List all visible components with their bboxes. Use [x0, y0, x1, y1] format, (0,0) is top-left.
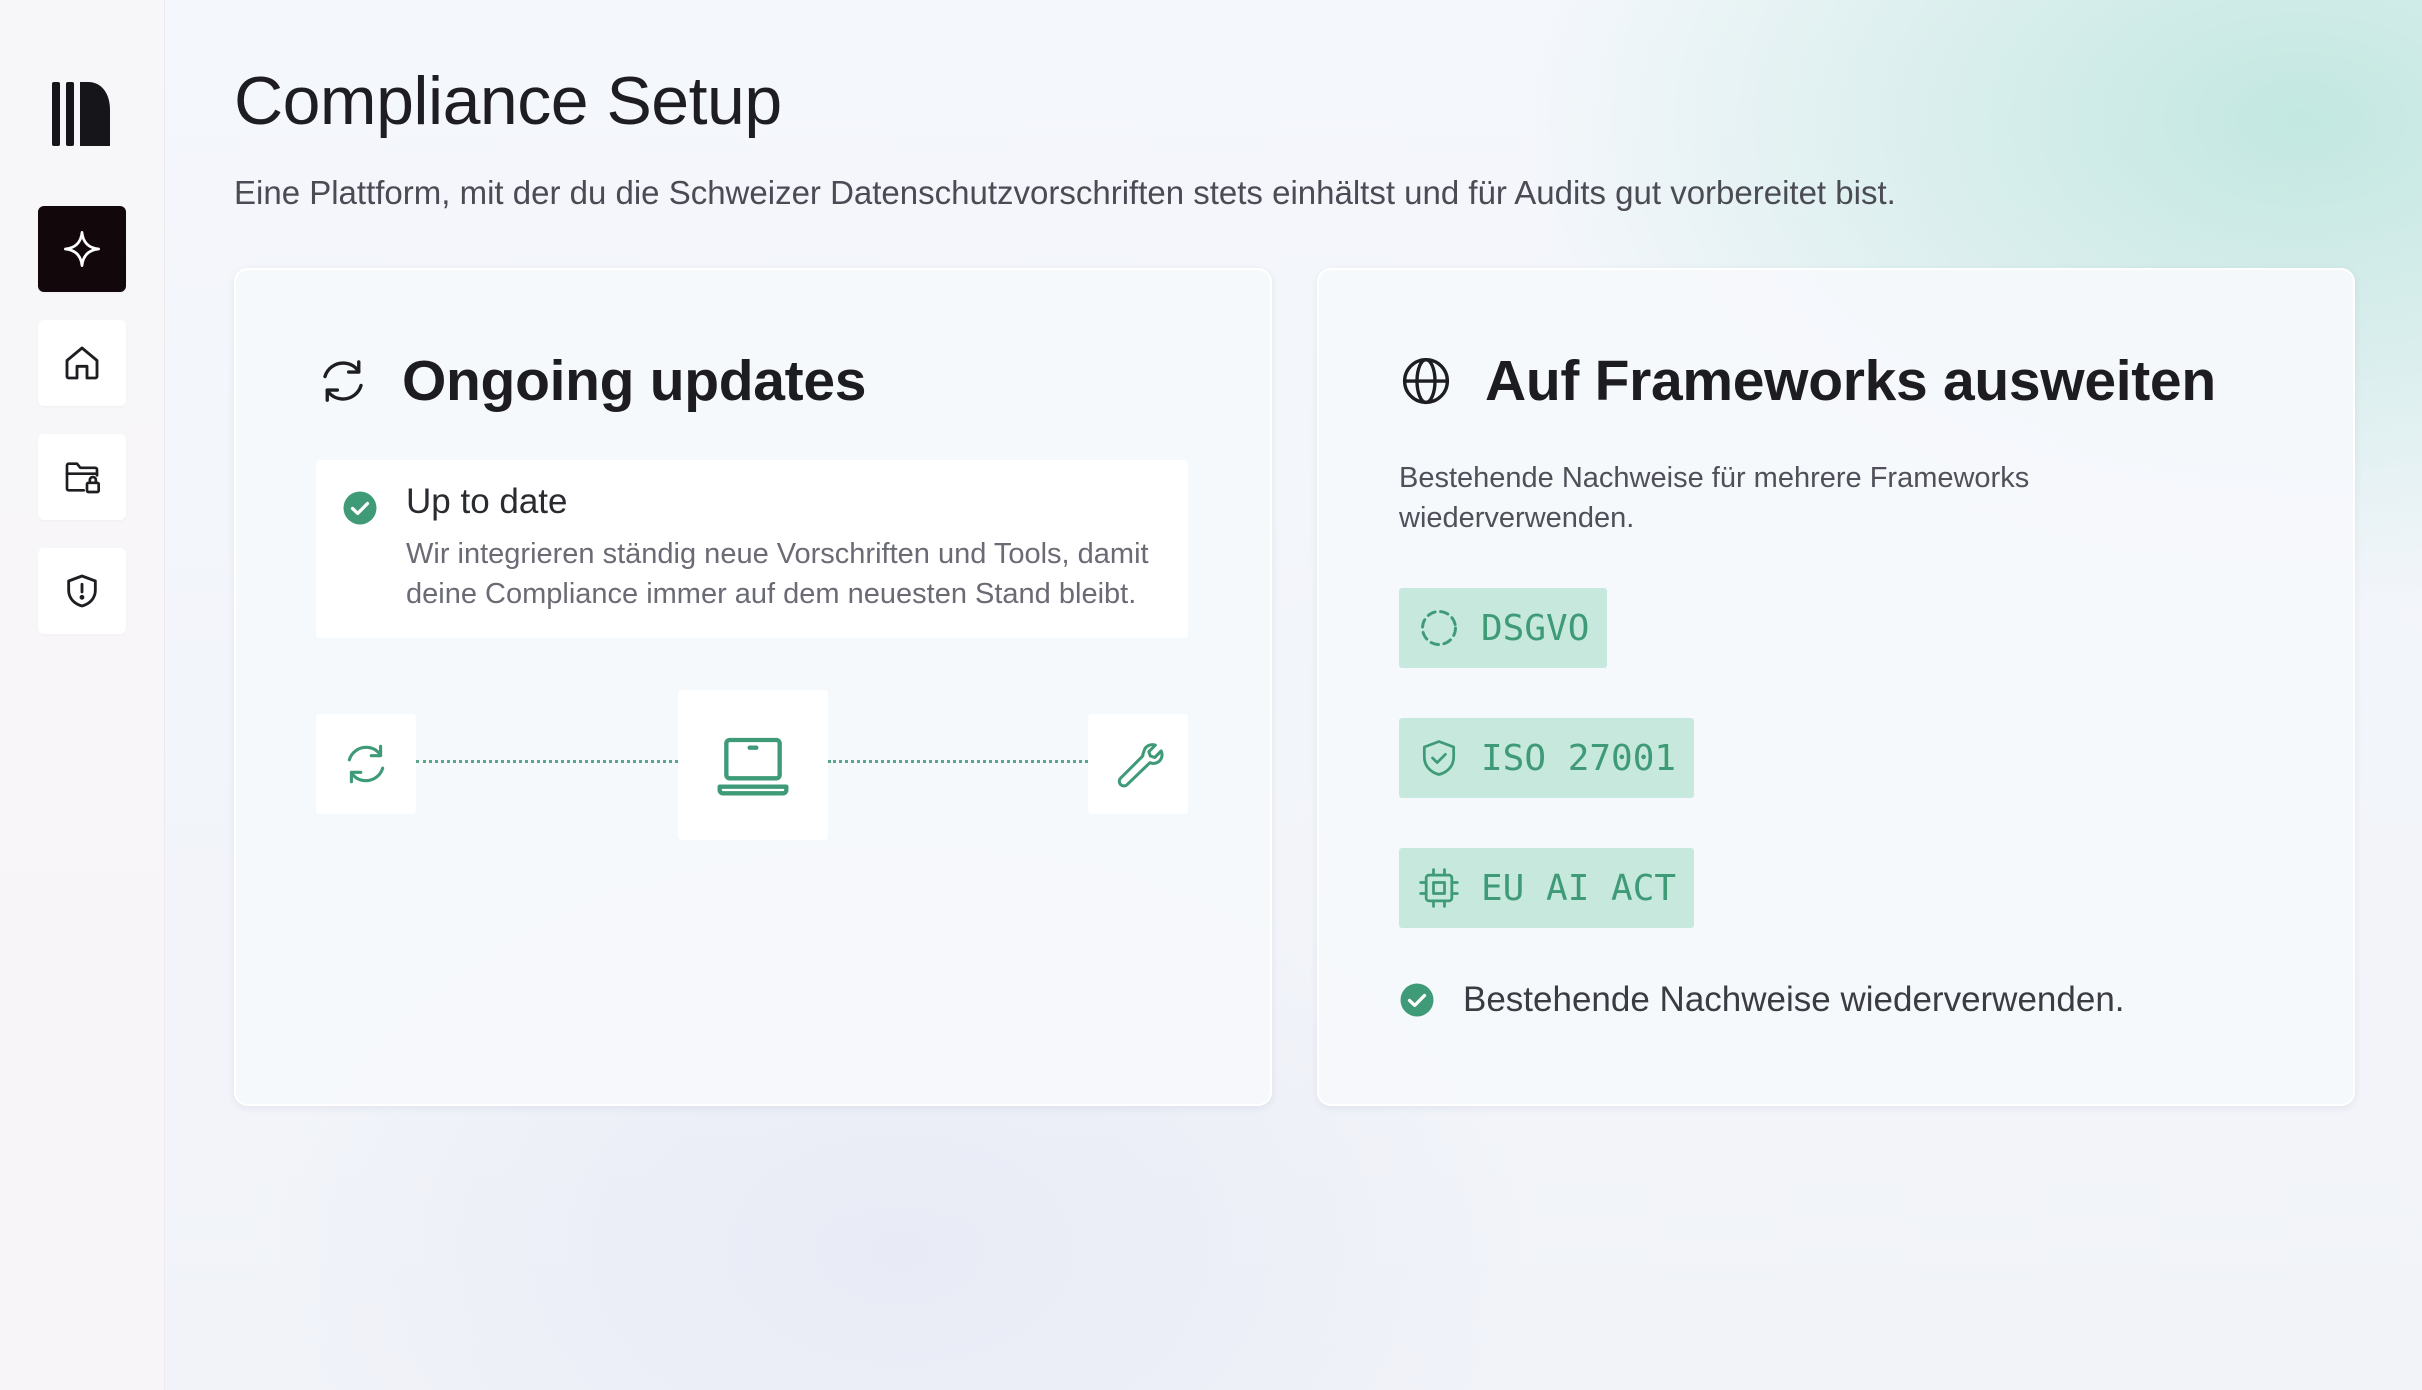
flow-connector-left	[416, 760, 678, 763]
sidebar-item-sparkle[interactable]	[38, 206, 126, 292]
check-circle-icon	[343, 491, 377, 525]
check-circle-icon	[1400, 983, 1434, 1017]
dashed-circle-icon	[1421, 610, 1457, 646]
tag-eu-ai-act[interactable]: EU AI ACT	[1399, 848, 1695, 928]
flow-node-wrench	[1088, 714, 1188, 814]
ongoing-updates-title: Ongoing updates	[402, 349, 867, 413]
ongoing-updates-card: Ongoing updates Up to date Wir integrier…	[234, 268, 1272, 1106]
logo-icon[interactable]	[52, 82, 110, 146]
frameworks-card: Auf Frameworks ausweiten Bestehende Nach…	[1317, 268, 2355, 1106]
frameworks-header: Auf Frameworks ausweiten	[1399, 348, 2216, 414]
status-title: Up to date	[406, 482, 568, 521]
shield-check-icon	[1422, 740, 1456, 776]
reuse-evidence-row: Bestehende Nachweise wiederverwenden.	[1399, 980, 2125, 1020]
ongoing-updates-header: Ongoing updates	[316, 348, 866, 414]
flow-node-refresh	[316, 714, 416, 814]
tag-iso-27001[interactable]: ISO 27001	[1399, 718, 1695, 798]
page-title: Compliance Setup	[234, 63, 782, 139]
status-box: Up to date Wir integrieren ständig neue …	[316, 460, 1188, 638]
tag-iso-label: ISO 27001	[1481, 737, 1677, 779]
flow-node-laptop	[678, 690, 828, 840]
page-subtitle: Eine Plattform, mit der du die Schweizer…	[234, 174, 1896, 211]
tag-dsgvo-label: DSGVO	[1481, 607, 1590, 649]
wrench-icon	[1117, 743, 1164, 788]
refresh-icon	[323, 360, 363, 402]
sidebar-item-home[interactable]	[38, 320, 126, 406]
sparkle-icon	[63, 231, 100, 267]
home-icon	[65, 346, 99, 380]
status-description: Wir integrieren ständig neue Vorschrifte…	[406, 538, 1149, 610]
sidebar-item-folder-lock[interactable]	[38, 434, 126, 520]
refresh-icon	[347, 744, 385, 784]
reuse-evidence-text: Bestehende Nachweise wiederverwenden.	[1463, 980, 2125, 1019]
frameworks-description: Bestehende Nachweise für mehrere Framewo…	[1399, 462, 2030, 534]
folder-lock-icon	[65, 462, 101, 494]
chip-icon	[1419, 868, 1459, 908]
tag-eu-ai-label: EU AI ACT	[1481, 867, 1677, 909]
shield-alert-icon	[67, 574, 97, 608]
flow-connector-right	[828, 760, 1088, 763]
laptop-icon	[717, 737, 789, 796]
sidebar-item-shield[interactable]	[38, 548, 126, 634]
frameworks-title: Auf Frameworks ausweiten	[1485, 349, 2216, 413]
sidebar	[0, 0, 165, 1390]
globe-icon	[1402, 357, 1450, 405]
tag-dsgvo[interactable]: DSGVO	[1399, 588, 1608, 668]
